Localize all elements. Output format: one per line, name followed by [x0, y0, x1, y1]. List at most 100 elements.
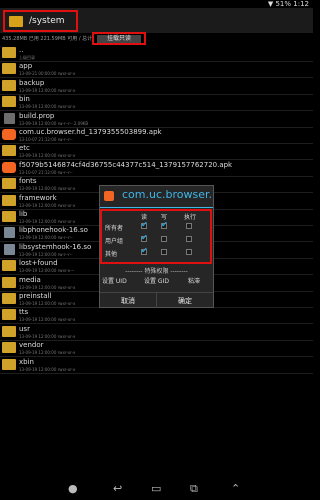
file-name: framework	[19, 193, 57, 202]
file-meta: 上级目录	[19, 55, 35, 60]
navigation-bar: ● ↩ ▭ ⧉ ⌃	[0, 478, 313, 500]
file-name: xbin	[19, 357, 34, 366]
file-name: app	[19, 62, 33, 71]
group-write-checkbox[interactable]	[161, 236, 167, 242]
screenshot-icon[interactable]: ⧉	[190, 482, 198, 496]
folder-icon	[2, 276, 16, 288]
file-row[interactable]: usr 13-09-19 12:00:00 rwxr-xr-x	[0, 324, 313, 341]
group-exec-checkbox[interactable]	[186, 236, 192, 242]
file-meta: 13-09-19 12:00:00 rwxr-xr-x	[19, 301, 76, 306]
file-row[interactable]: tts 13-09-19 12:00:00 rwxr-xr-x	[0, 307, 313, 325]
file-name: usr	[19, 324, 30, 333]
file-row[interactable]: backup 13-09-19 12:00:00 rwxr-xr-x	[0, 78, 313, 95]
folder-icon	[2, 79, 16, 91]
permissions-grid: 读 写 执行 所有者 用户组 其他	[100, 209, 212, 264]
file-name: com.uc.browser.hd_1379355503899.apk	[19, 128, 162, 136]
ok-button[interactable]: 确定	[157, 296, 213, 306]
file-name: libphonehook-16.so	[19, 226, 88, 235]
clock: 1:12	[293, 0, 309, 8]
setgid-option[interactable]: 设置 GID	[144, 276, 169, 285]
dialog-divider	[100, 207, 213, 208]
setuid-option[interactable]: 设置 UID	[102, 276, 127, 285]
folder-icon	[2, 260, 16, 272]
current-path: /system	[29, 16, 65, 26]
file-meta: 13-09-19 12:00:00 rwxr-xr-x	[19, 317, 76, 323]
info-bar: 435.28MB 已用 221.59MB 可用 / 总计 挂载只读	[0, 32, 313, 45]
file-name: f5079b5146874cf4d36755c44377c514_1379157…	[19, 160, 233, 169]
owner-exec-checkbox[interactable]	[186, 223, 192, 229]
folder-icon	[2, 145, 16, 157]
mount-readonly-button[interactable]: 挂载只读	[97, 35, 141, 43]
back-icon[interactable]: ↩	[113, 482, 122, 495]
other-read-checkbox[interactable]	[141, 246, 148, 255]
folder-icon	[2, 325, 16, 337]
recent-icon[interactable]: ▭	[151, 482, 161, 495]
file-meta: 13-09-19 12:00:00 rw-r--r--	[19, 235, 73, 241]
file-meta: 13-10-07 21:12:00 rw-r--r--	[19, 137, 73, 142]
folder-icon	[2, 63, 16, 75]
file-row[interactable]: app 13-09-21 00:00:00 rwxr-xr-x	[0, 61, 313, 79]
file-name: tts	[19, 308, 29, 317]
file-meta: 13-09-19 12:00:00 rwxr-xr-x	[19, 284, 76, 290]
file-name: vendor	[19, 341, 44, 350]
mount-highlight: 挂载只读	[92, 32, 146, 45]
file-name: fonts	[19, 177, 37, 186]
file-meta: 13-09-19 12:00:00 rwxr-x---	[19, 268, 75, 274]
file-meta: 13-09-19 12:00:00 rwxr-xr-x	[19, 350, 76, 356]
file-meta: 13-09-19 12:00:00 rwxr-xr-x	[19, 333, 76, 339]
home-icon[interactable]: ●	[68, 482, 78, 495]
file-name: lost+found	[19, 259, 58, 268]
file-meta: 13-09-19 12:00:00 rw-r--r-- 2.09KB	[19, 120, 89, 126]
row-other-label: 其他	[105, 251, 118, 258]
path-highlight[interactable]: /system	[3, 10, 78, 32]
folder-icon	[2, 309, 16, 321]
file-meta: 13-09-19 12:00:00 rwxr-xr-x	[19, 104, 76, 110]
up-icon[interactable]: ⌃	[231, 482, 240, 495]
storage-info: 435.28MB 已用 221.59MB 可用 / 总计	[2, 36, 93, 42]
file-row[interactable]: vendor 13-09-19 12:00:00 rwxr-xr-x	[0, 340, 313, 358]
other-exec-checkbox[interactable]	[186, 249, 192, 255]
folder-icon	[2, 96, 16, 108]
file-icon	[4, 112, 15, 124]
sticky-option[interactable]: 粘滞	[188, 276, 200, 285]
file-meta: 13-10-07 21:12:00 rw-r--r--	[19, 169, 73, 175]
file-row[interactable]: etc 13-09-19 12:00:00 rwxr-xr-x	[0, 143, 313, 161]
folder-icon	[2, 211, 16, 222]
group-read-checkbox[interactable]	[141, 233, 148, 242]
special-permissions-row: 设置 UID 设置 GID 粘滞	[100, 276, 213, 289]
folder-icon	[9, 16, 23, 27]
title-bar: /system	[0, 8, 313, 33]
wifi-icon: ▼	[267, 0, 274, 8]
other-write-checkbox[interactable]	[161, 249, 167, 255]
apk-icon	[2, 161, 16, 173]
folder-icon	[2, 358, 16, 370]
file-meta: 13-09-19 12:00:00 rwxr-xr-x	[19, 366, 76, 372]
apk-icon	[2, 129, 16, 140]
file-icon	[4, 243, 15, 255]
status-bar: ▼ 51% 1:12	[0, 0, 313, 8]
file-row[interactable]: build.prop 13-09-19 12:00:00 rw-r--r-- 2.…	[0, 111, 313, 128]
status-right: ▼ 51% 1:12	[268, 0, 309, 8]
file-name: backup	[19, 78, 45, 87]
folder-icon	[2, 194, 16, 206]
cancel-button[interactable]: 取消	[100, 296, 156, 306]
app-icon	[104, 191, 114, 201]
folder-icon	[2, 293, 16, 304]
owner-write-checkbox[interactable]	[161, 220, 168, 229]
owner-read-checkbox[interactable]	[141, 220, 148, 229]
file-row[interactable]: .. 上级目录	[0, 45, 313, 62]
row-group-label: 用户组	[105, 238, 124, 245]
file-row[interactable]: xbin 13-09-19 12:00:00 rwxr-xr-x	[0, 357, 313, 374]
permissions-dialog: com.uc.browser. 读 写 执行 所有者 用户组 其他 ------…	[99, 185, 214, 308]
file-row[interactable]: f5079b5146874cf4d36755c44377c514_1379157…	[0, 160, 313, 177]
file-name: etc	[19, 144, 30, 153]
file-meta: 13-09-19 12:00:00 rwxr-xr-x	[19, 219, 76, 224]
file-row[interactable]: com.uc.browser.hd_1379355503899.apk 13-10…	[0, 127, 313, 144]
dialog-header: com.uc.browser.	[100, 186, 213, 207]
file-meta: 13-09-19 12:00:00 rw-r--r--	[19, 251, 73, 257]
file-name: ..	[19, 46, 24, 54]
dialog-footer: 取消 确定	[100, 292, 213, 308]
file-row[interactable]: bin 13-09-19 12:00:00 rwxr-xr-x	[0, 94, 313, 112]
battery-level: 51%	[275, 0, 292, 8]
file-icon	[4, 227, 15, 239]
